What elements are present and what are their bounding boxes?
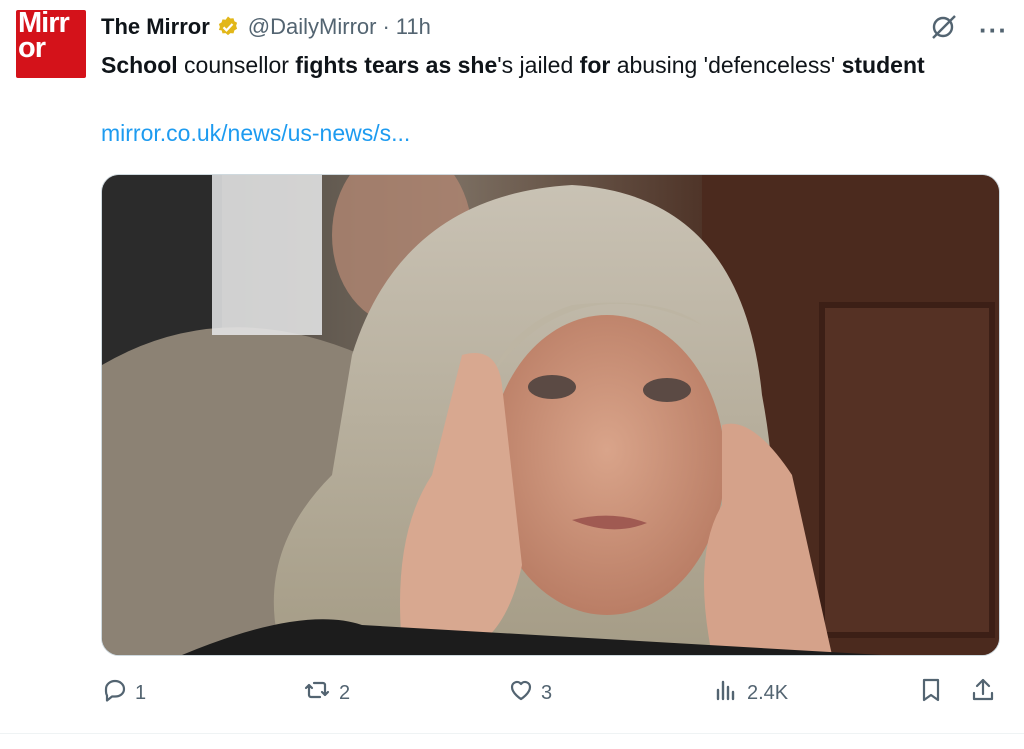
tweet-text: School counsellor fights tears as she's …: [101, 48, 981, 83]
tweet-actions: 1 2 3 2.4K: [101, 676, 999, 712]
account-handle[interactable]: @DailyMirror: [248, 14, 377, 40]
tweet-text-segment: 's jailed: [497, 52, 580, 78]
views-button[interactable]: 2.4K: [713, 676, 788, 710]
timestamp[interactable]: 11h: [396, 14, 431, 40]
tweet-media-image[interactable]: [101, 174, 1000, 656]
reply-button[interactable]: 1: [101, 676, 146, 710]
reply-count: 1: [135, 681, 147, 704]
tweet-text-segment: School: [101, 52, 178, 78]
more-icon[interactable]: ···: [979, 17, 1008, 43]
avatar-logo-line2: or: [18, 32, 46, 64]
views-count: 2.4K: [747, 681, 789, 704]
photo-woman-courtroom: [102, 175, 999, 655]
share-button[interactable]: [969, 676, 1003, 710]
share-icon: [969, 676, 1003, 710]
divider: [0, 733, 1024, 734]
tweet-text-segment: counsellor: [177, 52, 296, 78]
like-button[interactable]: 3: [507, 676, 552, 710]
separator-dot: ·: [382, 14, 390, 39]
like-count: 3: [541, 681, 553, 704]
account-name[interactable]: The Mirror: [101, 14, 210, 40]
bookmark-button[interactable]: [917, 676, 951, 710]
tweet-text-segment: student: [841, 52, 925, 78]
top-actions: ···: [929, 12, 1008, 47]
avatar[interactable]: Mirr or: [16, 10, 86, 78]
grok-icon[interactable]: [929, 12, 959, 47]
bookmark-icon: [917, 676, 951, 710]
tweet-text-segment: abusing 'defenceless': [610, 52, 842, 78]
repost-count: 2: [339, 681, 351, 704]
avatar-logo: Mirr or: [18, 10, 70, 64]
tweet-header: The Mirror @DailyMirror · 11h: [101, 12, 431, 42]
heart-icon: [507, 676, 541, 710]
reply-icon: [101, 676, 135, 710]
tweet-text-segment: fights tears as she: [295, 52, 498, 78]
tweet-link[interactable]: mirror.co.uk/news/us-news/s...: [101, 120, 410, 147]
repost-button[interactable]: 2: [301, 676, 350, 710]
repost-icon: [301, 676, 339, 710]
tweet-text-segment: for: [579, 52, 611, 78]
views-icon: [713, 676, 747, 710]
verified-badge-icon: [216, 15, 240, 39]
